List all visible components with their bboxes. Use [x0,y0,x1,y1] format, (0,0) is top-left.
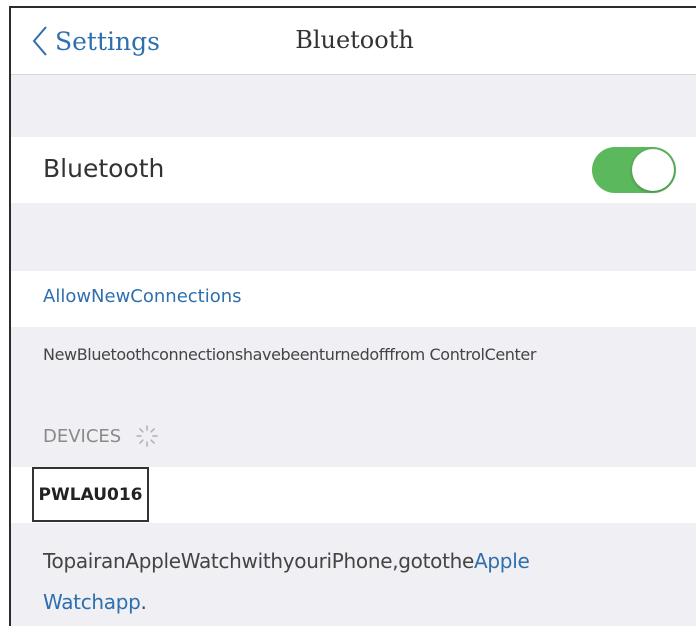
spinner-icon [136,425,158,447]
bluetooth-row: Bluetooth [11,137,696,203]
bluetooth-label: Bluetooth [43,154,165,183]
footer-text: TopairanAppleWatchwithyouriPhone,gotothe… [43,541,643,623]
navigation-bar: Settings Bluetooth [11,8,696,75]
connections-note: NewBluetoothconnectionshavebeenturnedoff… [43,345,537,364]
allow-new-connections-row[interactable]: AllowNewConnections [11,271,696,327]
device-item[interactable]: PWLAU016 [32,467,149,522]
bluetooth-toggle[interactable] [592,147,676,193]
device-row: PWLAU016 [11,467,696,523]
phone-screen: Settings Bluetooth Bluetooth AllowNewCon… [9,6,696,626]
allow-new-connections-link[interactable]: AllowNewConnections [43,286,242,307]
devices-header-label: DEVICES [43,425,122,447]
footer-text-body: TopairanAppleWatchwithyouriPhone,gotothe [43,549,475,573]
apple-watch-app-link[interactable]: Apple [474,549,530,573]
apple-watch-app-link-cont[interactable]: Watchapp [43,590,141,614]
footer-period: . [140,590,147,614]
page-title: Bluetooth [295,26,414,54]
toggle-knob [632,149,674,191]
devices-header: DEVICES [43,424,159,448]
